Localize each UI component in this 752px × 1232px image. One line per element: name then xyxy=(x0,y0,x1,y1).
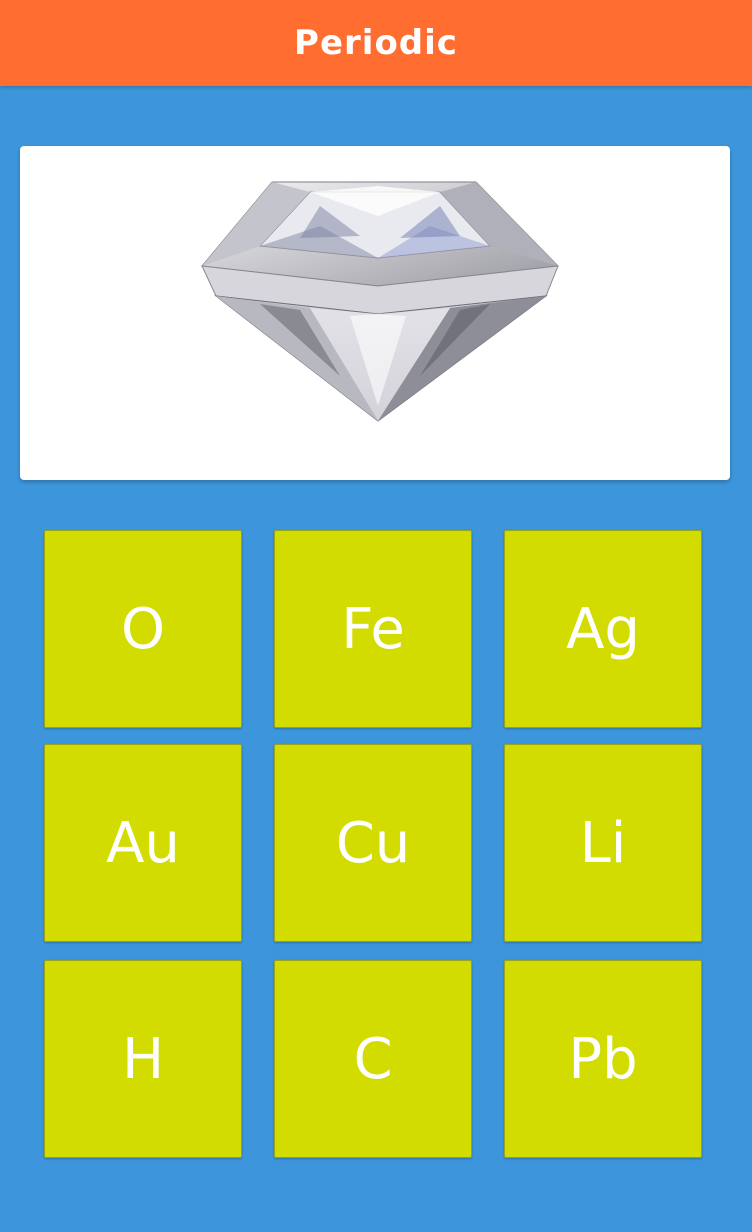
answer-tile-pb[interactable]: Pb xyxy=(504,960,702,1158)
answer-tile-au[interactable]: Au xyxy=(44,744,242,942)
answer-label: Au xyxy=(106,810,180,876)
answer-label: Cu xyxy=(335,810,411,876)
answer-label: Ag xyxy=(566,596,640,662)
app-bar: Periodic xyxy=(0,0,752,86)
answer-label: C xyxy=(353,1026,393,1092)
answer-grid: O Fe Ag Au Cu Li H C Pb xyxy=(44,530,704,1160)
answer-label: Pb xyxy=(568,1026,638,1092)
answer-tile-h[interactable]: H xyxy=(44,960,242,1158)
app-title: Periodic xyxy=(294,23,458,63)
answer-tile-li[interactable]: Li xyxy=(504,744,702,942)
answer-label: O xyxy=(120,596,166,662)
answer-tile-fe[interactable]: Fe xyxy=(274,530,472,728)
answer-tile-o[interactable]: O xyxy=(44,530,242,728)
question-image-card xyxy=(20,146,730,480)
answer-tile-c[interactable]: C xyxy=(274,960,472,1158)
diamond-icon xyxy=(201,181,560,422)
answer-label: Fe xyxy=(341,596,405,662)
answer-label: Li xyxy=(579,810,627,876)
answer-label: H xyxy=(121,1026,165,1092)
answer-tile-ag[interactable]: Ag xyxy=(504,530,702,728)
answer-tile-cu[interactable]: Cu xyxy=(274,744,472,942)
